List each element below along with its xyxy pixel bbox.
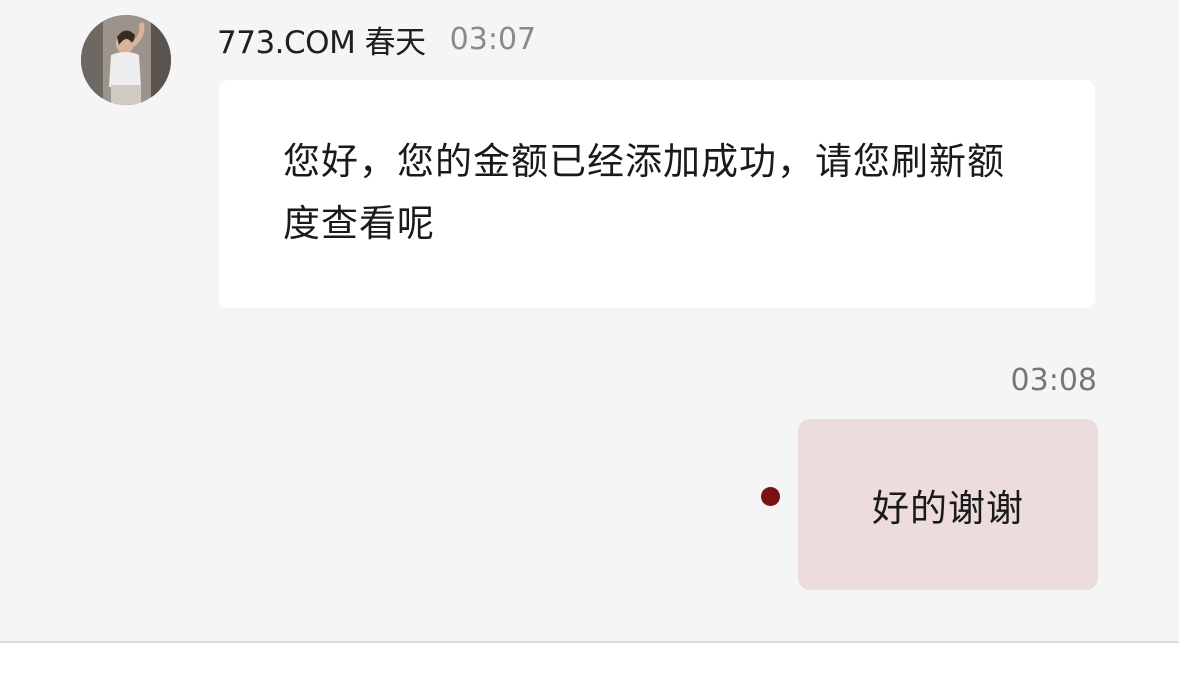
outgoing-timestamp: 03:08	[1010, 363, 1097, 398]
incoming-message-text: 您好，您的金额已经添加成功，请您刷新额度查看呢	[283, 140, 1005, 245]
sender-avatar[interactable]	[81, 15, 171, 105]
unread-dot-icon	[761, 487, 780, 506]
outgoing-message-text: 好的谢谢	[872, 486, 1024, 530]
avatar-photo-icon	[81, 15, 171, 105]
message-timestamp: 03:07	[449, 21, 537, 57]
chat-area: 773.COM 春天 03:07 您好，您的金额已经添加成功，请您刷新额度查看呢…	[0, 0, 1179, 641]
sender-header: 773.COM 春天 03:07	[217, 14, 536, 64]
input-bar[interactable]	[0, 643, 1179, 689]
sender-name: 773.COM 春天	[217, 24, 426, 61]
incoming-message-bubble[interactable]: 您好，您的金额已经添加成功，请您刷新额度查看呢	[219, 80, 1095, 308]
outgoing-message-bubble[interactable]: 好的谢谢	[798, 419, 1098, 590]
